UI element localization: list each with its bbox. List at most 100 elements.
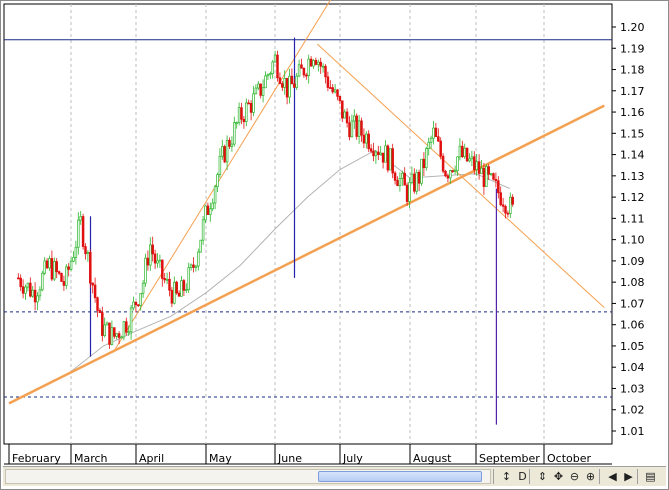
candle-body	[29, 282, 32, 297]
candle-body	[120, 336, 123, 339]
candle-body	[329, 87, 332, 89]
y-tick-label: 1.05	[620, 340, 645, 353]
candle-body	[278, 77, 282, 84]
candle-body	[163, 278, 166, 281]
move-vertical-icon[interactable]: ⇕	[535, 469, 550, 484]
y-tick-label: 1.13	[620, 170, 645, 183]
candle-body	[77, 219, 80, 248]
candle-body	[482, 167, 486, 187]
scroll-left-icon[interactable]: ◀	[605, 469, 620, 484]
candle-body	[31, 289, 34, 297]
candle-body	[254, 87, 258, 95]
candle-body	[211, 202, 214, 210]
candle-body	[187, 267, 190, 290]
candle-body	[269, 73, 272, 76]
candle-body	[180, 280, 183, 297]
candle-body	[309, 58, 313, 67]
x-tick-label: July	[342, 452, 363, 465]
candle-body	[252, 93, 255, 113]
y-tick-label: 1.20	[620, 21, 645, 34]
y-tick-label: 1.11	[620, 212, 645, 225]
candle-body	[350, 120, 354, 138]
zoom-out-icon[interactable]: ⊖	[567, 469, 582, 484]
candle-body	[182, 280, 186, 291]
candle-body	[420, 158, 423, 184]
candle-body	[293, 83, 296, 88]
candle-body	[38, 289, 42, 297]
candle-body	[283, 77, 286, 88]
x-tick-label: May	[209, 452, 232, 465]
candle-body	[168, 278, 171, 291]
candle-body	[84, 246, 87, 255]
candle-body	[415, 171, 418, 192]
candle-body	[201, 219, 205, 241]
candle-body	[497, 180, 500, 194]
candle-body	[437, 136, 440, 142]
candle-body	[65, 266, 68, 286]
candle-body	[43, 260, 46, 274]
y-tick-label: 1.03	[620, 382, 645, 395]
candle-body	[213, 186, 217, 204]
candle-body	[151, 244, 154, 255]
candle-body	[360, 120, 363, 136]
candle-body	[345, 111, 349, 124]
x-tick-label: March	[74, 452, 108, 465]
candle-body	[494, 178, 498, 182]
move-all-icon[interactable]: ✥	[551, 469, 566, 484]
candle-body	[372, 150, 375, 157]
candle-body	[105, 322, 109, 326]
candle-body	[230, 143, 234, 147]
candle-body	[365, 133, 368, 144]
candle-body	[62, 281, 66, 286]
candle-body	[36, 295, 39, 303]
scrollbar-thumb[interactable]	[318, 471, 482, 482]
candle-body	[427, 141, 430, 149]
candle-body	[413, 173, 416, 192]
candle-body	[209, 208, 212, 215]
candle-body	[288, 75, 291, 98]
d-icon[interactable]: D	[515, 469, 530, 484]
time-scrollbar[interactable]	[5, 469, 491, 484]
candle-body	[509, 196, 512, 215]
candle-body	[362, 134, 366, 144]
candle-body	[290, 75, 294, 85]
candle-body	[451, 170, 454, 172]
candle-body	[470, 156, 474, 160]
candle-body	[19, 277, 22, 288]
x-tick-label: February	[12, 452, 61, 465]
candle-body	[235, 122, 238, 124]
zoom-in-icon[interactable]: ⊕	[583, 469, 598, 484]
candle-body	[81, 216, 85, 247]
candle-body	[398, 178, 402, 187]
candle-body	[189, 264, 193, 268]
menu-icon[interactable]: ▤	[643, 469, 658, 484]
y-tick-label: 1.12	[620, 191, 645, 204]
candle-body	[506, 212, 510, 215]
x-tick-label: October	[547, 452, 591, 465]
y-tick-label: 1.14	[620, 149, 645, 162]
candle-body	[249, 103, 253, 113]
scroll-right-icon[interactable]: ▶	[621, 469, 636, 484]
autoscale-icon[interactable]: ↕	[499, 469, 514, 484]
y-tick-label: 1.10	[620, 234, 645, 247]
candle-body	[98, 310, 102, 314]
y-tick-label: 1.07	[620, 297, 645, 310]
candle-body	[331, 87, 334, 93]
candle-body	[264, 75, 267, 89]
candle-body	[456, 156, 459, 171]
candle-body	[204, 205, 207, 221]
candle-body	[41, 272, 44, 291]
x-tick-label: August	[413, 452, 452, 465]
candle-body	[125, 321, 128, 333]
candle-body	[161, 259, 164, 279]
candle-body	[276, 54, 279, 79]
candle-body	[103, 324, 106, 336]
candle-body	[302, 67, 306, 76]
candle-body	[393, 172, 397, 181]
candle-body	[26, 282, 30, 288]
candle-body	[317, 61, 320, 65]
candle-body	[463, 147, 466, 158]
candle-body	[333, 89, 337, 93]
candle-body	[144, 257, 147, 284]
toolbar-separator	[637, 469, 638, 484]
